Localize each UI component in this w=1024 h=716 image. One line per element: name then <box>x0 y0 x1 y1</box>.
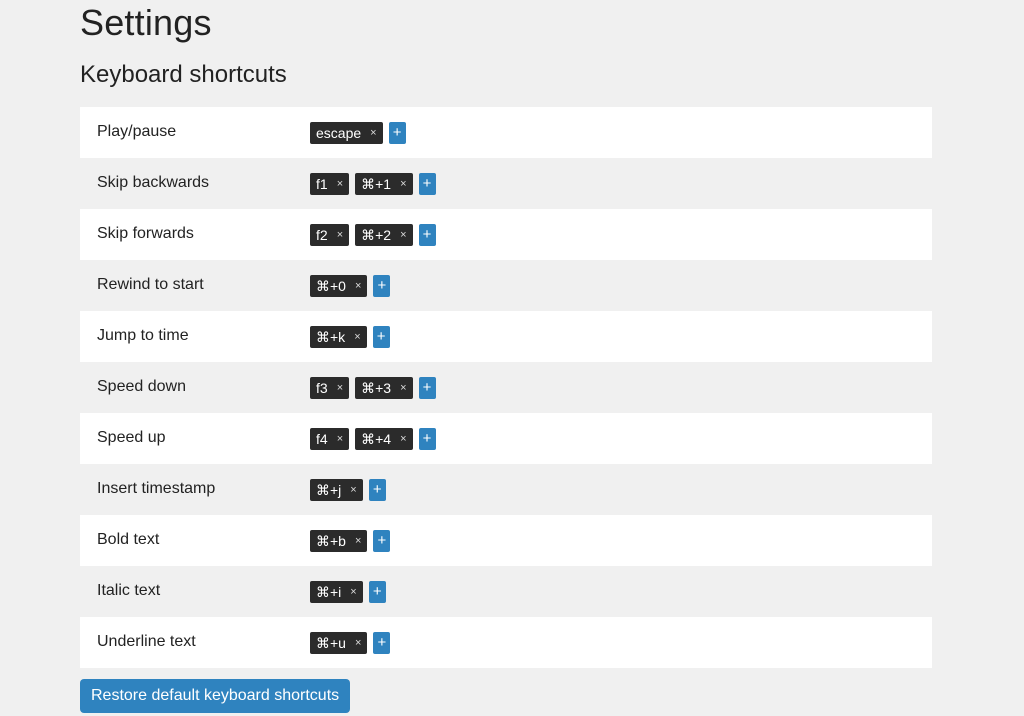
shortcut-keys: ⌘+b × + <box>310 529 391 552</box>
key-chip-text: f2 <box>316 226 328 243</box>
remove-key-icon[interactable]: × <box>337 377 343 399</box>
shortcut-keys: ⌘+j × + <box>310 478 386 501</box>
key-chip-text: ⌘+2 <box>361 226 392 243</box>
shortcut-label: Skip forwards <box>97 224 194 242</box>
shortcut-label: Bold text <box>97 530 160 548</box>
remove-key-icon[interactable]: × <box>355 530 361 552</box>
shortcut-label: Play/pause <box>97 122 177 140</box>
settings-page: Settings Keyboard shortcuts Play/pause es… <box>80 0 932 713</box>
key-chip-text: escape <box>316 124 362 141</box>
shortcut-label: Jump to time <box>97 326 189 344</box>
add-shortcut-button[interactable]: + <box>373 529 391 552</box>
remove-key-icon[interactable]: × <box>337 173 343 195</box>
key-chip: ⌘+j × <box>310 478 363 501</box>
remove-key-icon[interactable]: × <box>400 173 406 195</box>
key-chip: ⌘+4 × <box>355 427 413 450</box>
key-chip-text: f3 <box>316 379 328 396</box>
add-shortcut-button[interactable]: + <box>372 325 390 348</box>
add-shortcut-button[interactable]: + <box>418 376 436 399</box>
add-shortcut-button[interactable]: + <box>368 478 386 501</box>
remove-key-icon[interactable]: × <box>355 632 361 654</box>
shortcut-label: Skip backwards <box>97 173 210 191</box>
key-chip: ⌘+2 × <box>355 223 413 246</box>
key-chip-text: ⌘+j <box>316 481 342 498</box>
key-chip: ⌘+3 × <box>355 376 413 399</box>
remove-key-icon[interactable]: × <box>337 224 343 246</box>
shortcut-row: Underline text ⌘+u × + <box>80 617 932 668</box>
shortcut-row: Speed up f4 × ⌘+4 × + <box>80 413 932 464</box>
key-chip-text: ⌘+4 <box>361 430 392 447</box>
shortcut-row: Insert timestamp ⌘+j × + <box>80 464 932 515</box>
key-chip: f1 × <box>310 172 350 195</box>
restore-defaults-button[interactable]: Restore default keyboard shortcuts <box>80 679 351 713</box>
shortcut-label: Insert timestamp <box>97 479 216 497</box>
key-chip: ⌘+u × <box>310 631 368 654</box>
shortcut-label: Underline text <box>97 632 196 650</box>
key-chip: ⌘+0 × <box>310 274 368 297</box>
section-title: Keyboard shortcuts <box>80 61 287 88</box>
shortcut-row: Rewind to start ⌘+0 × + <box>80 260 932 311</box>
key-chip-text: f1 <box>316 175 328 192</box>
key-chip-text: ⌘+3 <box>361 379 392 396</box>
shortcut-label: Italic text <box>97 581 161 599</box>
shortcut-row: Skip backwards f1 × ⌘+1 × + <box>80 158 932 209</box>
remove-key-icon[interactable]: × <box>354 326 360 348</box>
shortcut-keys: f2 × ⌘+2 × + <box>310 223 436 246</box>
key-chip: f4 × <box>310 427 350 450</box>
remove-key-icon[interactable]: × <box>400 224 406 246</box>
add-shortcut-button[interactable]: + <box>388 121 406 144</box>
remove-key-icon[interactable]: × <box>337 428 343 450</box>
key-chip: f2 × <box>310 223 350 246</box>
remove-key-icon[interactable]: × <box>350 581 356 603</box>
add-shortcut-button[interactable]: + <box>373 274 391 297</box>
key-chip-text: ⌘+i <box>316 583 342 600</box>
shortcut-label: Rewind to start <box>97 275 204 293</box>
shortcut-keys: f4 × ⌘+4 × + <box>310 427 436 450</box>
shortcut-keys: f3 × ⌘+3 × + <box>310 376 436 399</box>
shortcut-row: Play/pause escape × + <box>80 107 932 158</box>
key-chip: f3 × <box>310 376 350 399</box>
shortcut-keys: ⌘+k × + <box>310 325 390 348</box>
remove-key-icon[interactable]: × <box>350 479 356 501</box>
remove-key-icon[interactable]: × <box>400 377 406 399</box>
key-chip-text: ⌘+u <box>316 634 346 651</box>
key-chip-text: ⌘+1 <box>361 175 392 192</box>
shortcut-row: Jump to time ⌘+k × + <box>80 311 932 362</box>
key-chip-text: f4 <box>316 430 328 447</box>
shortcut-label: Speed up <box>97 428 166 446</box>
add-shortcut-button[interactable]: + <box>418 172 436 195</box>
key-chip: escape × <box>310 121 383 144</box>
key-chip: ⌘+i × <box>310 580 363 603</box>
key-chip: ⌘+b × <box>310 529 368 552</box>
add-shortcut-button[interactable]: + <box>373 631 391 654</box>
shortcut-table: Play/pause escape × + Skip backwards f1 × ⌘+1 × +… <box>80 107 932 668</box>
shortcut-row: Bold text ⌘+b × + <box>80 515 932 566</box>
shortcut-keys: f1 × ⌘+1 × + <box>310 172 436 195</box>
key-chip-text: ⌘+b <box>316 532 346 549</box>
shortcut-row: Speed down f3 × ⌘+3 × + <box>80 362 932 413</box>
shortcut-keys: ⌘+i × + <box>310 580 386 603</box>
key-chip: ⌘+k × <box>310 325 367 348</box>
key-chip-text: ⌘+k <box>316 328 346 345</box>
shortcut-keys: ⌘+u × + <box>310 631 391 654</box>
shortcut-row: Italic text ⌘+i × + <box>80 566 932 617</box>
shortcut-row: Skip forwards f2 × ⌘+2 × + <box>80 209 932 260</box>
add-shortcut-button[interactable]: + <box>418 427 436 450</box>
add-shortcut-button[interactable]: + <box>368 580 386 603</box>
remove-key-icon[interactable]: × <box>400 428 406 450</box>
key-chip-text: ⌘+0 <box>316 277 346 294</box>
remove-key-icon[interactable]: × <box>355 275 361 297</box>
page-title: Settings <box>80 2 212 43</box>
shortcut-keys: ⌘+0 × + <box>310 274 391 297</box>
add-shortcut-button[interactable]: + <box>418 223 436 246</box>
key-chip: ⌘+1 × <box>355 172 413 195</box>
remove-key-icon[interactable]: × <box>370 122 376 144</box>
shortcut-label: Speed down <box>97 377 186 395</box>
shortcut-keys: escape × + <box>310 121 406 144</box>
